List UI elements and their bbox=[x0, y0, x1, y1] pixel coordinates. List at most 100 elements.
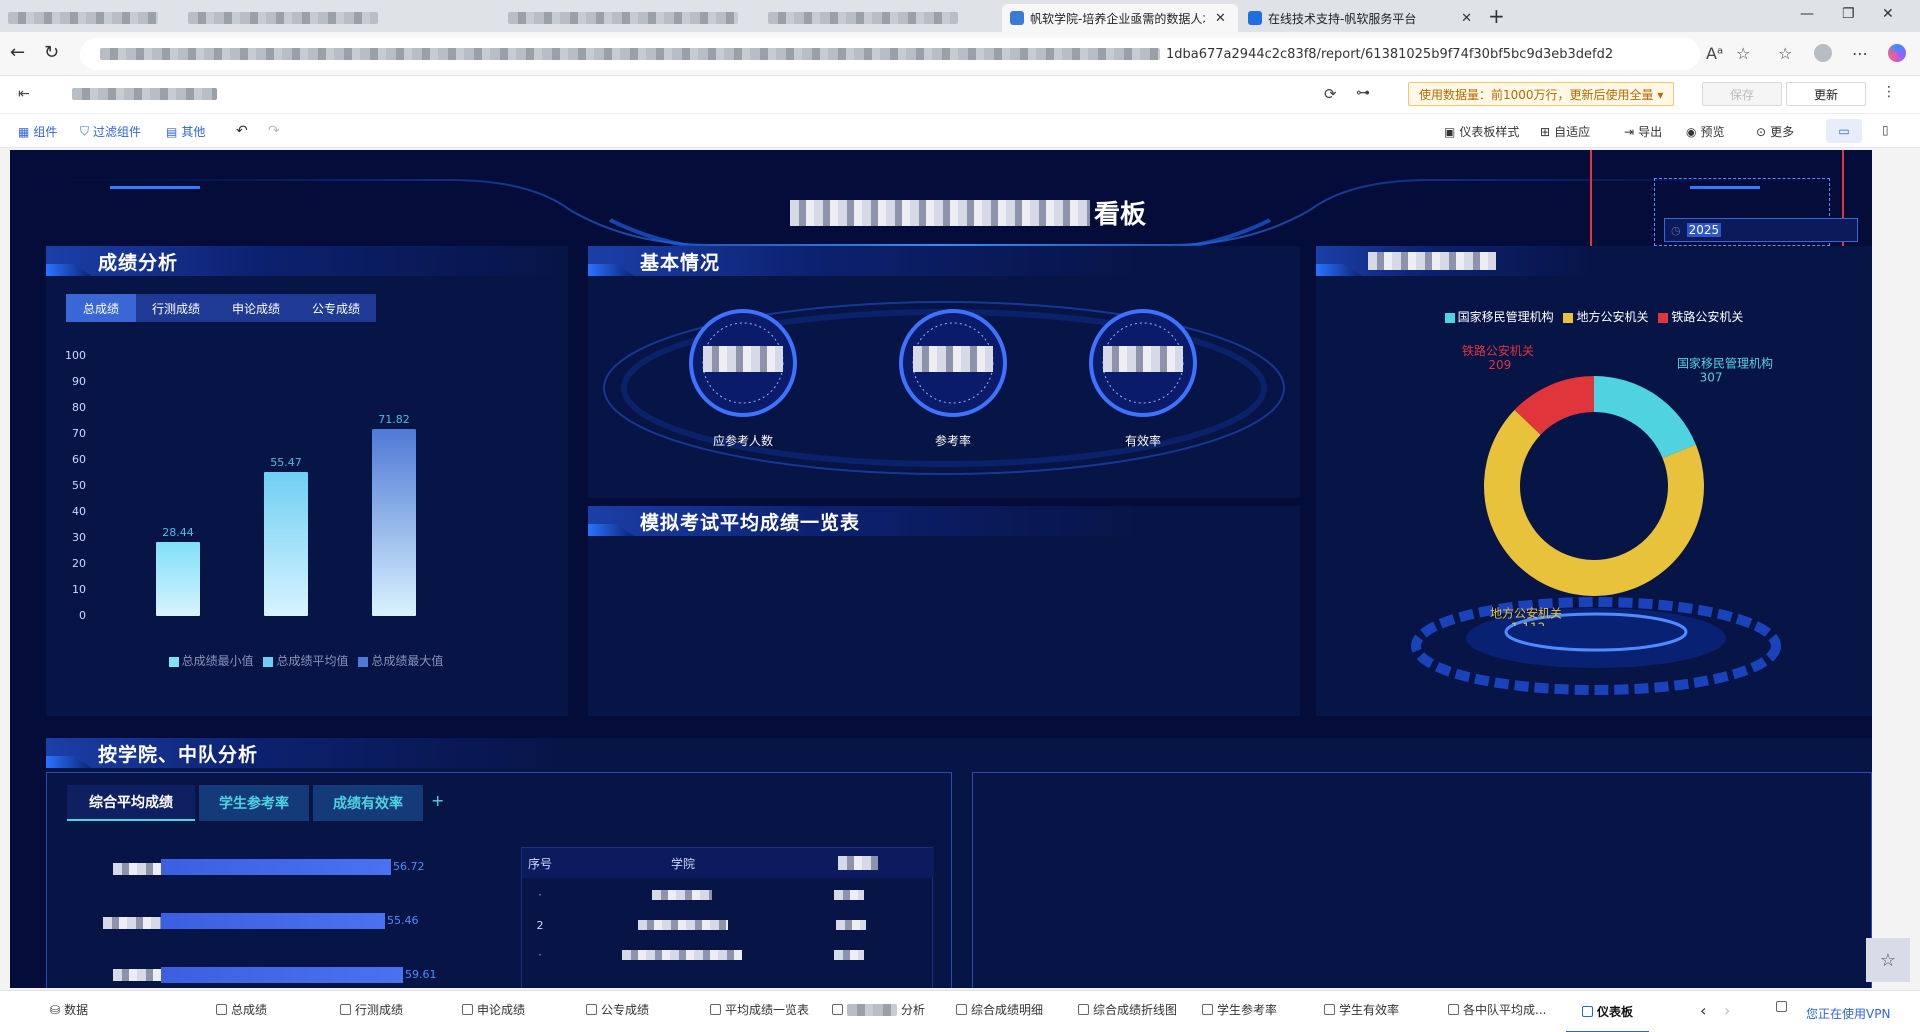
sheet-tab[interactable]: 分析 bbox=[832, 1001, 925, 1018]
col-college-header[interactable]: 学院 bbox=[558, 855, 808, 872]
tab-gongzhuan-score[interactable]: 公专成绩 bbox=[296, 294, 376, 322]
browser-tab-blurred-4[interactable] bbox=[760, 4, 1000, 32]
donut-slice[interactable] bbox=[1594, 376, 1696, 459]
address-bar-row: ← ↻ 1dba677a2944c2c83f8/report/61381025b… bbox=[0, 32, 1920, 76]
sheet-tab[interactable]: 申论成绩 bbox=[462, 1001, 525, 1018]
exit-icon[interactable]: ⇤ bbox=[18, 86, 30, 102]
date-filter-input[interactable]: ◷ 2025 bbox=[1664, 218, 1858, 242]
college-bar[interactable] bbox=[161, 859, 391, 875]
undo-icon[interactable]: ↶ bbox=[236, 123, 248, 139]
donut-legend: 国家移民管理机构 地方公安机关 铁路公安机关 bbox=[1316, 308, 1872, 325]
other-button[interactable]: ▤ 其他 bbox=[166, 123, 205, 140]
component-button[interactable]: ▦ 组件 bbox=[18, 123, 57, 140]
close-tab-icon[interactable]: ✕ bbox=[1461, 11, 1472, 26]
legend-item-max[interactable]: 总成绩最大值 bbox=[358, 654, 443, 668]
sheet-tab[interactable]: 综合成绩折线图 bbox=[1078, 1001, 1177, 1018]
browser-tab-blurred-2[interactable] bbox=[180, 4, 390, 32]
browser-tab-fanruan-support[interactable]: 在线技术支持-帆软服务平台 ✕ bbox=[1240, 4, 1480, 32]
adaptive-button[interactable]: ⊞ 自适应 bbox=[1540, 123, 1590, 140]
table-row[interactable]: · bbox=[522, 942, 934, 968]
sheet-tab[interactable]: 平均成绩一览表 bbox=[710, 1001, 809, 1018]
refresh-icon[interactable]: ↻ bbox=[44, 42, 59, 63]
save-button[interactable]: 保存 bbox=[1702, 82, 1782, 106]
update-button[interactable]: 更新 bbox=[1786, 82, 1866, 106]
profile-avatar[interactable] bbox=[1814, 44, 1832, 62]
close-tab-icon[interactable]: ✕ bbox=[1215, 11, 1226, 26]
y-tick-label: 60 bbox=[72, 453, 86, 466]
sheet-tab[interactable]: 行测成绩 bbox=[340, 1001, 403, 1018]
sheet-tab[interactable]: 总成绩 bbox=[216, 1001, 267, 1018]
mobile-view-icon[interactable]: ▯ bbox=[1882, 123, 1889, 137]
legend-swatch bbox=[1444, 312, 1455, 323]
relation-icon[interactable]: ⊶ bbox=[1356, 85, 1370, 101]
restore-icon[interactable]: ❐ bbox=[1842, 6, 1855, 22]
tab-student-attendance[interactable]: 学生参考率 bbox=[199, 785, 309, 821]
browser-tab-blurred-1[interactable] bbox=[0, 4, 170, 32]
gauge-label: 有效率 bbox=[1124, 434, 1161, 448]
tab-shenlun-score[interactable]: 申论成绩 bbox=[216, 294, 296, 322]
title-marker-icon bbox=[588, 264, 634, 276]
legend-item-railway-police[interactable]: 铁路公安机关 bbox=[1658, 310, 1743, 324]
add-tab-button[interactable]: + bbox=[431, 791, 444, 810]
score-bar[interactable] bbox=[264, 471, 308, 616]
table-row[interactable]: · bbox=[522, 882, 934, 908]
col-index-header[interactable]: 序号 bbox=[522, 855, 558, 872]
sheet-tab[interactable]: 各中队平均成... bbox=[1448, 1001, 1546, 1018]
college-bar[interactable] bbox=[161, 913, 385, 929]
tab-label: 综合成绩明细 bbox=[971, 1003, 1044, 1017]
table-row[interactable]: 2 bbox=[522, 912, 934, 938]
section-title-text: 模拟考试平均成绩一览表 bbox=[640, 511, 861, 534]
donut-slice-value: 1,112 bbox=[1511, 621, 1545, 626]
sheet-tab[interactable]: 公专成绩 bbox=[586, 1001, 649, 1018]
score-bar[interactable] bbox=[372, 429, 416, 616]
favorite-float-icon[interactable]: ☆ bbox=[1866, 938, 1910, 982]
legend-item-local-police[interactable]: 地方公安机关 bbox=[1563, 310, 1649, 324]
legend-label: 总成绩平均值 bbox=[276, 654, 349, 668]
tab-score-validity[interactable]: 成绩有效率 bbox=[313, 785, 423, 821]
back-icon[interactable]: ← bbox=[10, 42, 25, 63]
tab-total-score[interactable]: 总成绩 bbox=[66, 294, 136, 322]
browser-tab-fanruan-academy[interactable]: 帆软学院-培养企业亟需的数据人才 ✕ bbox=[1002, 4, 1238, 32]
tab-college-avg-score[interactable]: 综合平均成绩 bbox=[67, 785, 195, 821]
legend-item-immigration[interactable]: 国家移民管理机构 bbox=[1444, 310, 1554, 324]
desktop-view-icon[interactable]: ▭ bbox=[1826, 119, 1862, 143]
favorite-icon[interactable]: ☆ bbox=[1736, 44, 1750, 63]
filter-icon: ⛉ bbox=[80, 124, 90, 138]
preview-button[interactable]: ◉ 预览 bbox=[1686, 123, 1725, 140]
more-vertical-icon[interactable]: ⋮ bbox=[1882, 84, 1896, 100]
fanruan-favicon-icon bbox=[1010, 11, 1024, 25]
sheet-tab[interactable]: 学生有效率 bbox=[1324, 1001, 1399, 1018]
section-title-mock-exam: 模拟考试平均成绩一览表 bbox=[588, 506, 1148, 536]
scroll-right-icon[interactable]: › bbox=[1724, 1001, 1730, 1020]
sheet-tab-dashboard[interactable]: 仪表板 bbox=[1566, 991, 1650, 1032]
collections-icon[interactable]: ☆ bbox=[1778, 44, 1792, 63]
url-text: 1dba677a2944c2c83f8/report/61381025b9f74… bbox=[1166, 46, 1614, 62]
clock-icon: ◷ bbox=[1671, 223, 1681, 237]
export-button[interactable]: ⇥ 导出 bbox=[1624, 123, 1662, 140]
url-field[interactable]: 1dba677a2944c2c83f8/report/61381025b9f74… bbox=[80, 38, 1700, 70]
sheet-tab[interactable]: 综合成绩明细 bbox=[956, 1001, 1043, 1018]
college-bar[interactable] bbox=[161, 967, 403, 983]
redo-icon[interactable]: ↷ bbox=[268, 123, 280, 139]
data-tab[interactable]: ⛁ 数据 bbox=[50, 1001, 88, 1018]
more-menu-icon[interactable]: ⋯ bbox=[1852, 44, 1868, 63]
minimize-icon[interactable]: — bbox=[1800, 6, 1814, 22]
legend-item-min[interactable]: 总成绩最小值 bbox=[168, 654, 254, 668]
scroll-left-icon[interactable]: ‹ bbox=[1700, 1001, 1706, 1020]
copilot-icon[interactable] bbox=[1888, 44, 1906, 62]
sync-icon[interactable]: ⟳ bbox=[1324, 85, 1337, 103]
legend-item-avg[interactable]: 总成绩平均值 bbox=[263, 654, 349, 668]
score-bar[interactable] bbox=[156, 542, 200, 616]
browser-tab-blurred-3[interactable] bbox=[500, 4, 750, 32]
read-aloud-icon[interactable]: Aᵃ bbox=[1706, 44, 1723, 63]
dashboard-style-button[interactable]: ▣ 仪表板样式 bbox=[1444, 123, 1519, 140]
add-sheet-icon[interactable] bbox=[1776, 1001, 1787, 1012]
filter-component-button[interactable]: ⛉ 过滤组件 bbox=[80, 123, 141, 140]
tab-xingce-score[interactable]: 行测成绩 bbox=[136, 294, 216, 322]
more-button[interactable]: ⊙ 更多 bbox=[1756, 123, 1794, 140]
new-tab-icon[interactable]: + bbox=[1488, 4, 1505, 28]
data-volume-warning[interactable]: 使用数据量：前1000万行，更新后使用全量 ▾ bbox=[1408, 82, 1675, 106]
close-window-icon[interactable]: ✕ bbox=[1882, 6, 1894, 22]
sheet-tab[interactable]: 学生参考率 bbox=[1202, 1001, 1277, 1018]
score-bar-chart: 0 10 20 30 40 50 60 70 80 90 100 28.44 55.47 71.82 bbox=[46, 336, 566, 666]
